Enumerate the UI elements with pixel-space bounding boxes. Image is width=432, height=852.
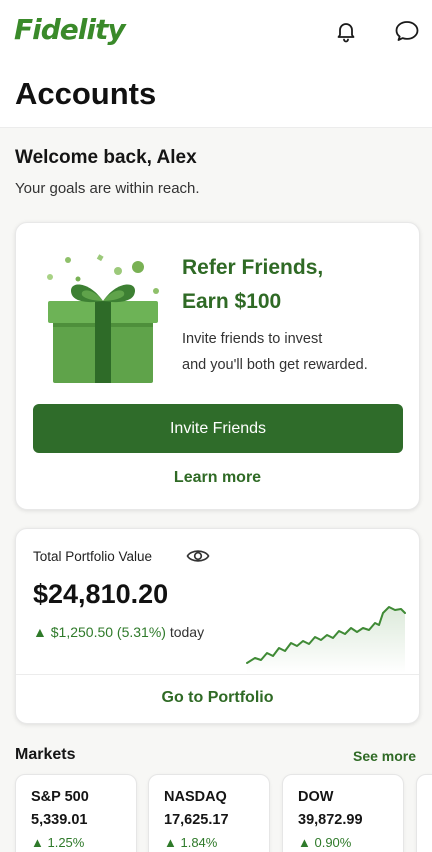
market-value: 5,339.01 bbox=[31, 812, 88, 828]
market-name: S&P 500 bbox=[31, 789, 89, 805]
portfolio-card: Total Portfolio Value $24,810.20 ▲ $1,25… bbox=[15, 528, 420, 724]
welcome-subtitle: Your goals are within reach. bbox=[15, 180, 200, 197]
go-to-portfolio-link[interactable]: Go to Portfolio bbox=[16, 689, 419, 707]
market-value: 17,625.17 bbox=[164, 812, 229, 828]
referral-desc-line1: Invite friends to invest bbox=[182, 331, 323, 347]
referral-title: Refer Friends, Earn $100 bbox=[182, 251, 412, 319]
market-name: NASDAQ bbox=[164, 789, 227, 805]
markets-title: Markets bbox=[15, 746, 76, 763]
bell-icon[interactable] bbox=[331, 16, 361, 46]
market-card-partial[interactable] bbox=[416, 774, 432, 852]
fidelity-logo[interactable]: Fidelity bbox=[14, 13, 126, 46]
see-more-link[interactable]: See more bbox=[353, 748, 416, 764]
market-change: ▲ 0.90% bbox=[298, 835, 352, 850]
app-header: Fidelity bbox=[0, 0, 432, 62]
market-change: ▲ 1.84% bbox=[164, 835, 218, 850]
portfolio-change-amount: ▲ $1,250.50 (5.31%) bbox=[33, 624, 166, 640]
referral-description: Invite friends to invest and you'll both… bbox=[182, 326, 412, 378]
market-name: DOW bbox=[298, 789, 334, 805]
market-card[interactable]: DOW 39,872.99 ▲ 0.90% bbox=[282, 774, 404, 852]
market-value: 39,872.99 bbox=[298, 812, 363, 828]
gift-illustration bbox=[47, 254, 159, 383]
welcome-greeting: Welcome back, Alex bbox=[15, 147, 197, 168]
page-title: Accounts bbox=[15, 76, 157, 111]
chat-icon[interactable] bbox=[392, 16, 422, 46]
referral-desc-line2: and you'll both get rewarded. bbox=[182, 357, 368, 373]
portfolio-sparkline bbox=[246, 606, 406, 673]
market-card[interactable]: NASDAQ 17,625.17 ▲ 1.84% bbox=[148, 774, 270, 852]
referral-title-line1: Refer Friends, bbox=[182, 256, 324, 279]
portfolio-change: ▲ $1,250.50 (5.31%) today bbox=[33, 624, 204, 640]
portfolio-value: $24,810.20 bbox=[33, 579, 169, 609]
portfolio-value-label: Total Portfolio Value bbox=[33, 549, 153, 564]
title-bar: Accounts bbox=[0, 62, 432, 128]
card-divider bbox=[16, 674, 419, 675]
learn-more-link[interactable]: Learn more bbox=[16, 469, 419, 487]
portfolio-change-period: today bbox=[169, 624, 205, 640]
market-change: ▲ 1.25% bbox=[31, 835, 85, 850]
invite-friends-button[interactable]: Invite Friends bbox=[33, 404, 403, 453]
market-card[interactable]: S&P 500 5,339.01 ▲ 1.25% bbox=[15, 774, 137, 852]
referral-title-line2: Earn $100 bbox=[182, 290, 282, 313]
eye-icon[interactable] bbox=[186, 546, 210, 566]
referral-card: Refer Friends, Earn $100 Invite friends … bbox=[15, 222, 420, 510]
